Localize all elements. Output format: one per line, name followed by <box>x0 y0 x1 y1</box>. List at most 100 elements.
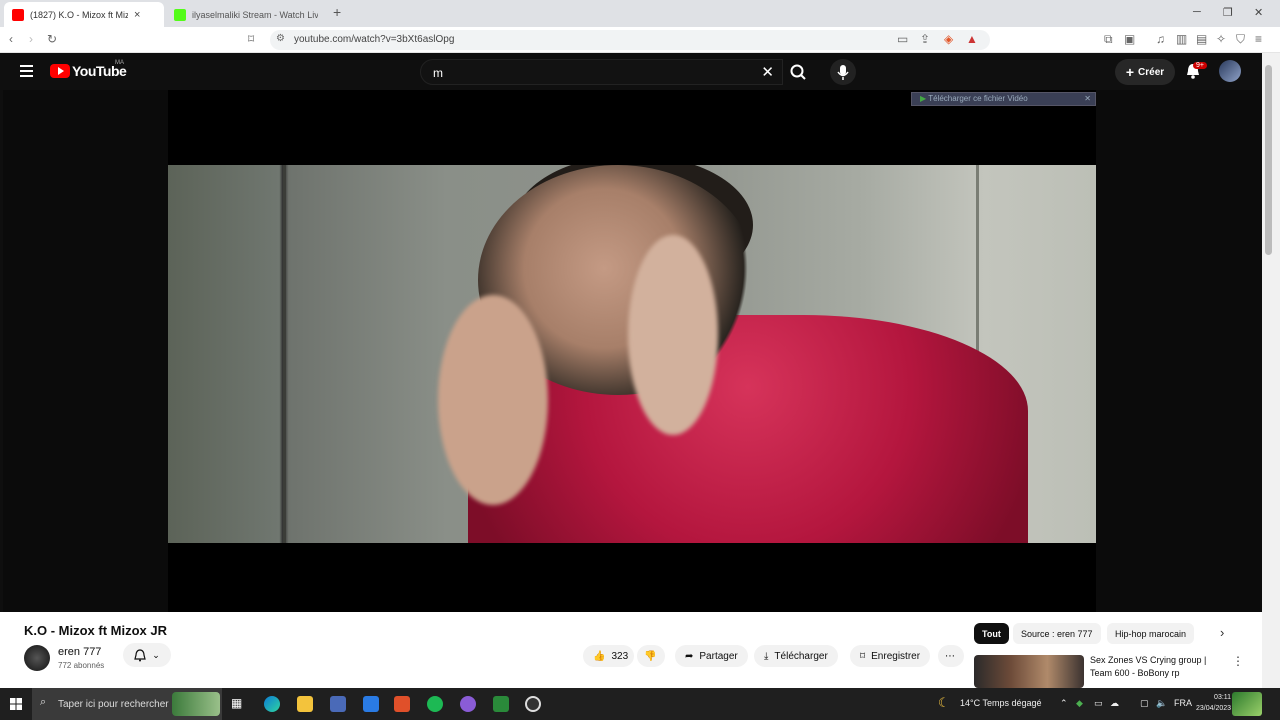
tab-title: (1827) K.O - Mizox ft Mizox JR <box>30 9 128 20</box>
cloud-icon[interactable]: ☁ <box>1110 698 1119 709</box>
notification-badge: 9+ <box>1193 62 1207 69</box>
share-button[interactable]: ➦ Partager <box>675 645 748 667</box>
youtube-page: YouTube MA m ✕ + Créer 9+ ▶ Télécharger … <box>0 53 1280 688</box>
menu-icon[interactable]: ≡ <box>1255 32 1262 46</box>
share-arrow-icon: ➦ <box>685 650 694 662</box>
display-icon[interactable]: ▢ <box>1140 698 1149 709</box>
vpn-icon[interactable]: ⛉ <box>1236 32 1245 47</box>
search-highlight-icon <box>172 692 220 716</box>
play-icon: ▶ <box>920 94 929 103</box>
brave-browser-icon[interactable] <box>394 696 410 712</box>
chip-next-icon[interactable]: › <box>1220 625 1224 640</box>
microphone-icon <box>837 65 849 80</box>
file-explorer-icon[interactable] <box>297 696 313 712</box>
cast-icon[interactable]: ▭ <box>897 32 908 46</box>
kick-favicon-icon <box>174 8 186 21</box>
thumbs-up-icon: 👍 <box>593 650 606 662</box>
clear-search-icon[interactable]: ✕ <box>761 63 774 81</box>
youtube-favicon-icon <box>12 8 24 21</box>
weather-text[interactable]: 14°C Temps dégagé <box>960 698 1042 708</box>
close-window-icon[interactable]: ✕ <box>1254 6 1263 19</box>
system-clock[interactable]: 03:11 23/04/2023 <box>1196 692 1231 714</box>
mail-icon[interactable] <box>363 696 379 712</box>
tab-youtube[interactable]: (1827) K.O - Mizox ft Mizox JR × <box>4 2 164 27</box>
forward-icon[interactable]: › <box>29 32 33 46</box>
save-label: Enregistrer <box>871 650 921 662</box>
page-scrollbar[interactable] <box>1262 53 1280 688</box>
address-bar[interactable]: ⚙ youtube.com/watch?v=3bXt6aslOpg <box>270 30 990 50</box>
restore-icon[interactable]: ❐ <box>1223 6 1233 19</box>
save-button[interactable]: ⌑ Enregistrer <box>850 645 931 667</box>
minimize-icon[interactable]: ─ <box>1193 6 1201 18</box>
obs-icon[interactable] <box>525 696 541 712</box>
reload-icon[interactable]: ↻ <box>47 32 57 46</box>
music-icon[interactable]: ♫ <box>1156 32 1165 46</box>
yt-header: YouTube MA m ✕ + Créer 9+ <box>0 53 1262 90</box>
recommendation-more-icon[interactable]: ⋮ <box>1232 654 1244 668</box>
edge-icon[interactable] <box>264 696 280 712</box>
search-icon <box>790 64 806 80</box>
weather-moon-icon[interactable]: ☾ <box>938 695 950 711</box>
video-player[interactable]: ▶ Télécharger ce fichier Vidéo ✕ <box>3 90 1262 612</box>
spotify-icon[interactable] <box>427 696 443 712</box>
network-icon[interactable]: ▭ <box>1094 698 1103 709</box>
volume-icon[interactable]: 🔈 <box>1156 698 1167 709</box>
back-icon[interactable]: ‹ <box>9 32 13 46</box>
windows-start-icon[interactable] <box>10 698 22 710</box>
dislike-button[interactable]: 👎 <box>637 645 665 667</box>
tray-chevron-icon[interactable]: ⌃ <box>1060 698 1068 709</box>
video-surface[interactable]: ▶ Télécharger ce fichier Vidéo ✕ <box>168 90 1096 612</box>
tab-title: ilyaselmaliki Stream - Watch Live on <box>192 9 318 20</box>
chip-source[interactable]: Source : eren 777 <box>1013 623 1101 644</box>
chip-hiphop[interactable]: Hip-hop marocain <box>1107 623 1195 644</box>
more-actions-button[interactable]: ⋯ <box>938 645 964 667</box>
chevron-down-icon: ⌄ <box>152 649 160 660</box>
brave-shield-icon[interactable]: ◈ <box>944 32 953 46</box>
site-info-icon[interactable]: ⚙ <box>276 33 285 44</box>
close-tab-icon[interactable]: × <box>134 9 140 21</box>
download-button[interactable]: ⤓ Télécharger <box>754 645 838 667</box>
close-overlay-icon[interactable]: ✕ <box>1084 93 1091 105</box>
more-horizontal-icon: ⋯ <box>945 650 955 662</box>
store-icon[interactable] <box>330 696 346 712</box>
extensions-icon[interactable]: ⧉ <box>1104 32 1113 47</box>
guide-menu-icon[interactable] <box>20 65 33 77</box>
windows-taskbar: ⌕ Taper ici pour rechercher ▦ ☾ 14°C Tem… <box>0 688 1280 720</box>
country-code: MA <box>115 60 124 66</box>
recommendation-thumbnail[interactable] <box>974 655 1084 688</box>
video-details: K.O - Mizox ft Mizox JR eren 777 772 abo… <box>0 612 1262 688</box>
download-overlay-label: Télécharger ce fichier Vidéo <box>928 94 1028 103</box>
youtube-logo[interactable]: YouTube MA <box>50 60 127 79</box>
tray-app-icon[interactable]: ◆ <box>1076 698 1083 709</box>
chip-all[interactable]: Tout <box>974 623 1009 644</box>
like-button[interactable]: 👍 323 <box>583 645 634 667</box>
search-input[interactable]: m ✕ <box>420 59 783 85</box>
share-icon[interactable]: ⇪ <box>920 32 930 46</box>
language-indicator[interactable]: FRA <box>1174 698 1192 708</box>
discord-icon[interactable] <box>460 696 476 712</box>
create-label: Créer <box>1138 66 1165 78</box>
download-video-overlay[interactable]: ▶ Télécharger ce fichier Vidéo ✕ <box>911 92 1096 106</box>
wallet-icon[interactable]: ▤ <box>1196 32 1207 46</box>
share-label: Partager <box>699 650 738 662</box>
recommendation-title[interactable]: Sex Zones VS Crying group | Team 600 - B… <box>1090 654 1220 680</box>
account-avatar[interactable] <box>1219 60 1241 82</box>
subscription-bell-button[interactable]: ⌄ <box>123 643 171 667</box>
thumbs-down-icon: 👎 <box>644 650 657 662</box>
voice-search-button[interactable] <box>830 59 856 85</box>
brave-rewards-icon[interactable]: ▲ <box>966 32 978 46</box>
search-button[interactable] <box>783 59 815 85</box>
reader-icon[interactable]: ▣ <box>1124 32 1135 46</box>
create-button[interactable]: + Créer <box>1115 59 1175 85</box>
taskbar-search-box[interactable]: ⌕ Taper ici pour rechercher <box>32 688 222 720</box>
scrollbar-thumb[interactable] <box>1265 65 1272 255</box>
leo-icon[interactable]: ✧ <box>1216 32 1226 46</box>
task-view-icon[interactable]: ▦ <box>231 696 247 712</box>
bookmark-icon[interactable]: ⌑ <box>248 32 254 46</box>
sidebar-icon[interactable]: ▥ <box>1176 32 1187 46</box>
new-tab-icon[interactable]: + <box>333 4 341 20</box>
tab-kick[interactable]: ilyaselmaliki Stream - Watch Live on <box>166 2 326 27</box>
channel-avatar[interactable] <box>24 645 50 671</box>
excel-icon[interactable] <box>493 696 509 712</box>
channel-name[interactable]: eren 777 <box>58 646 101 658</box>
